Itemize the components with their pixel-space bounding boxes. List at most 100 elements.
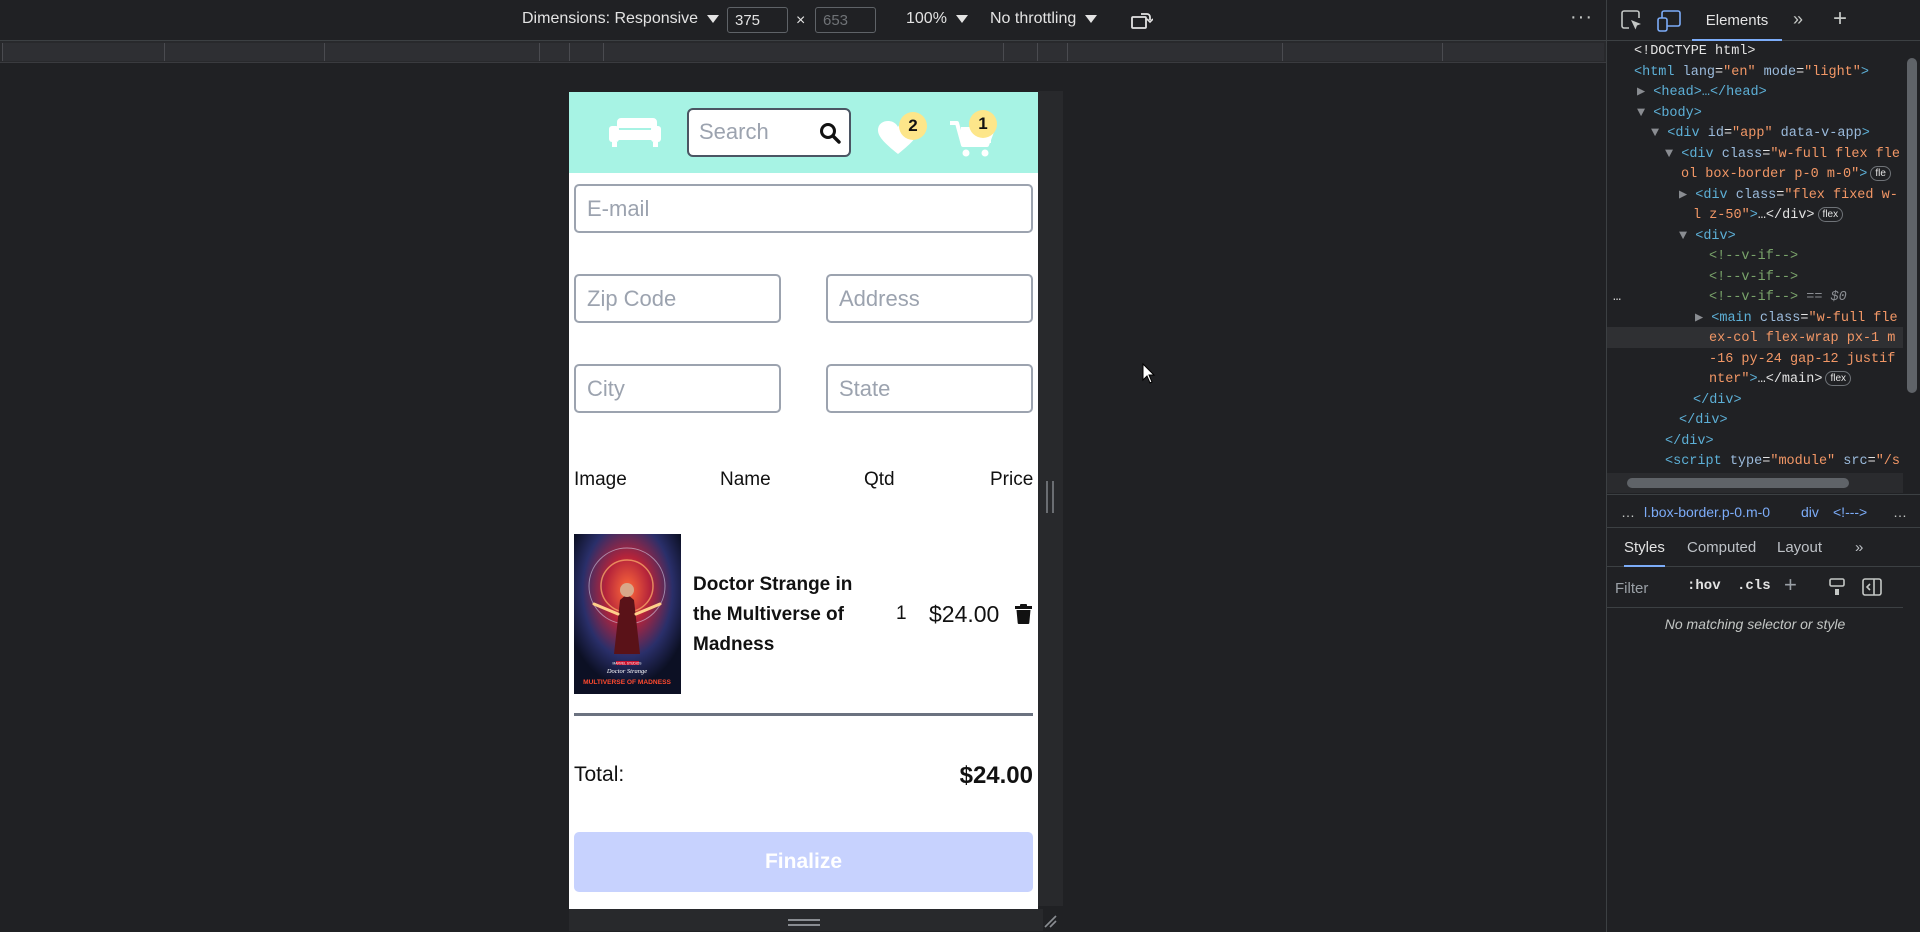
media-query-segment[interactable] — [324, 43, 539, 61]
chevron-down-icon — [955, 15, 968, 23]
filter-input[interactable] — [1615, 576, 1675, 600]
no-matching-style-message: No matching selector or style — [1664, 616, 1846, 632]
media-query-segment[interactable] — [603, 43, 1003, 61]
total-label: Total: — [574, 763, 625, 786]
dom-node-comment-selected[interactable]: <!--v-if--> == $0 — [1709, 288, 1847, 309]
breadcrumb-ellipsis[interactable]: … — [1621, 495, 1635, 529]
paint-brush-icon[interactable] — [1829, 578, 1845, 596]
dom-node-doctype[interactable]: <!DOCTYPE html> — [1634, 42, 1756, 63]
dom-tree-scroll-thumb[interactable] — [1907, 58, 1917, 393]
mouse-cursor-icon — [1142, 363, 1156, 384]
styles-scrollbar[interactable] — [1903, 568, 1920, 932]
media-query-segment[interactable] — [1067, 43, 1282, 61]
inspect-element-icon[interactable] — [1621, 10, 1643, 32]
email-field[interactable] — [574, 184, 1033, 233]
dom-node-close: </div> — [1665, 433, 1714, 449]
dom-node-div-header-cont: l z-50">…</div> flex — [1693, 206, 1844, 227]
tab-styles[interactable]: Styles — [1624, 529, 1665, 567]
devtools-panel: Elements » + <!DOCTYPE html> <html lang=… — [1606, 0, 1920, 932]
address-field[interactable] — [826, 274, 1033, 323]
state-field[interactable] — [826, 364, 1033, 413]
device-toggle-icon[interactable] — [1657, 10, 1681, 32]
media-query-segment[interactable] — [2, 43, 164, 61]
trash-icon[interactable] — [1015, 604, 1032, 624]
media-query-segment[interactable] — [569, 43, 603, 61]
couch-icon[interactable] — [609, 114, 661, 148]
more-tabs-icon[interactable]: » — [1793, 9, 1803, 30]
column-header-qtd: Qtd — [864, 469, 895, 490]
more-options-icon[interactable]: ··· — [1570, 6, 1593, 29]
dom-node-script[interactable]: <script type="module" src="/s — [1665, 452, 1900, 472]
dom-node-comment[interactable]: <!--v-if--> — [1709, 268, 1798, 289]
dom-node-html[interactable]: <html lang="en" mode="light"> — [1634, 63, 1869, 84]
dom-node-div-root-cont: ol box-border p-0 m-0"> fle — [1681, 165, 1891, 186]
dimensions-dropdown[interactable]: Dimensions: Responsive — [522, 10, 720, 28]
styles-filter-bar: :hov .cls + — [1607, 568, 1920, 608]
bottom-resize-grip-icon[interactable] — [788, 919, 820, 926]
dom-node-row-menu[interactable]: … — [1613, 288, 1621, 309]
throttling-label: No throttling — [990, 10, 1077, 27]
flex-badge[interactable]: flex — [1817, 207, 1844, 222]
dom-node-app[interactable]: ▼ <div id="app" data-v-app> — [1651, 124, 1870, 145]
poster-brand: MARVEL STUDIOS — [613, 662, 643, 666]
breadcrumb-ellipsis[interactable]: … — [1893, 495, 1907, 529]
breadcrumb-item[interactable]: <!---> — [1833, 495, 1867, 529]
tab-elements[interactable]: Elements — [1692, 0, 1782, 41]
dom-node-head[interactable]: ▶ <head>…</head> — [1637, 83, 1767, 104]
media-query-segment[interactable] — [1003, 43, 1037, 61]
breadcrumb-item[interactable]: l.box-border.p-0.m-0 — [1644, 495, 1770, 529]
dom-node-comment[interactable]: <!--v-if--> — [1709, 247, 1798, 268]
app-header: 2 1 — [569, 92, 1038, 173]
tab-computed[interactable]: Computed — [1687, 529, 1756, 567]
breadcrumb-item[interactable]: div — [1801, 495, 1819, 529]
dom-node-main-cont: nter">…</main> flex — [1709, 370, 1851, 391]
dom-node-close: </div> — [1693, 392, 1742, 408]
devtools-tabbar: Elements » + — [1607, 0, 1920, 41]
tab-layout[interactable]: Layout — [1777, 529, 1822, 567]
new-tab-icon[interactable]: + — [1833, 5, 1847, 33]
corner-resize-icon[interactable] — [1043, 914, 1057, 928]
cart-button[interactable]: 1 — [949, 110, 1001, 158]
dom-node-div-header[interactable]: ▶ <div class="flex fixed w- — [1679, 186, 1898, 207]
city-field[interactable] — [574, 364, 781, 413]
media-query-segment[interactable] — [1442, 43, 1604, 61]
product-poster-image: MARVEL STUDIOS Doctor Strange MULTIVERSE… — [574, 534, 681, 694]
times-icon: × — [796, 12, 806, 29]
class-toggle-button[interactable]: .cls — [1737, 578, 1771, 594]
dom-node-div-root[interactable]: ▼ <div class="w-full flex fle — [1665, 145, 1900, 166]
dom-node-main-cont: ex-col flex-wrap px-1 m — [1709, 331, 1896, 346]
rotate-icon[interactable] — [1131, 10, 1153, 30]
device-toolbar: Dimensions: Responsive × 100% No throttl… — [0, 0, 1606, 41]
search-icon[interactable] — [819, 122, 841, 144]
search-box — [687, 108, 851, 157]
column-header-name: Name — [720, 469, 771, 490]
media-query-segment[interactable] — [164, 43, 324, 61]
wishlist-button[interactable]: 2 — [877, 112, 927, 156]
new-style-rule-icon[interactable]: + — [1784, 572, 1797, 598]
dom-node-main-cont: -16 py-24 gap-12 justif — [1709, 351, 1896, 367]
product-price: $24.00 — [929, 601, 1000, 627]
more-tabs-icon[interactable]: » — [1855, 529, 1863, 567]
flex-badge[interactable]: fle — [1870, 166, 1891, 181]
total-value: $24.00 — [959, 762, 1033, 789]
dom-node-main[interactable]: ▶ <main class="w-full fle — [1695, 309, 1898, 330]
flex-badge[interactable]: flex — [1825, 371, 1851, 386]
finalize-button[interactable]: Finalize — [574, 832, 1033, 892]
width-input[interactable] — [727, 7, 788, 33]
hover-state-button[interactable]: :hov — [1687, 578, 1721, 594]
search-input[interactable] — [699, 119, 809, 145]
dom-node-body[interactable]: ▼ <body> — [1637, 104, 1702, 125]
dom-tree-hscroll-thumb[interactable] — [1627, 478, 1849, 488]
zip-code-field[interactable] — [574, 274, 781, 323]
dom-node-div-content[interactable]: ▼ <div> — [1679, 227, 1736, 248]
product-quantity: 1 — [896, 603, 907, 624]
toggle-sidebar-icon[interactable] — [1862, 578, 1882, 596]
poster-title-bottom: MULTIVERSE OF MADNESS — [583, 679, 671, 686]
height-input[interactable] — [815, 7, 876, 33]
zoom-dropdown[interactable]: 100% — [906, 10, 968, 28]
media-query-segment[interactable] — [1037, 43, 1067, 61]
media-query-segment[interactable] — [539, 43, 569, 61]
right-resize-handle[interactable] — [1046, 481, 1054, 513]
throttling-dropdown[interactable]: No throttling — [990, 10, 1098, 28]
media-query-segment[interactable] — [1282, 43, 1442, 61]
